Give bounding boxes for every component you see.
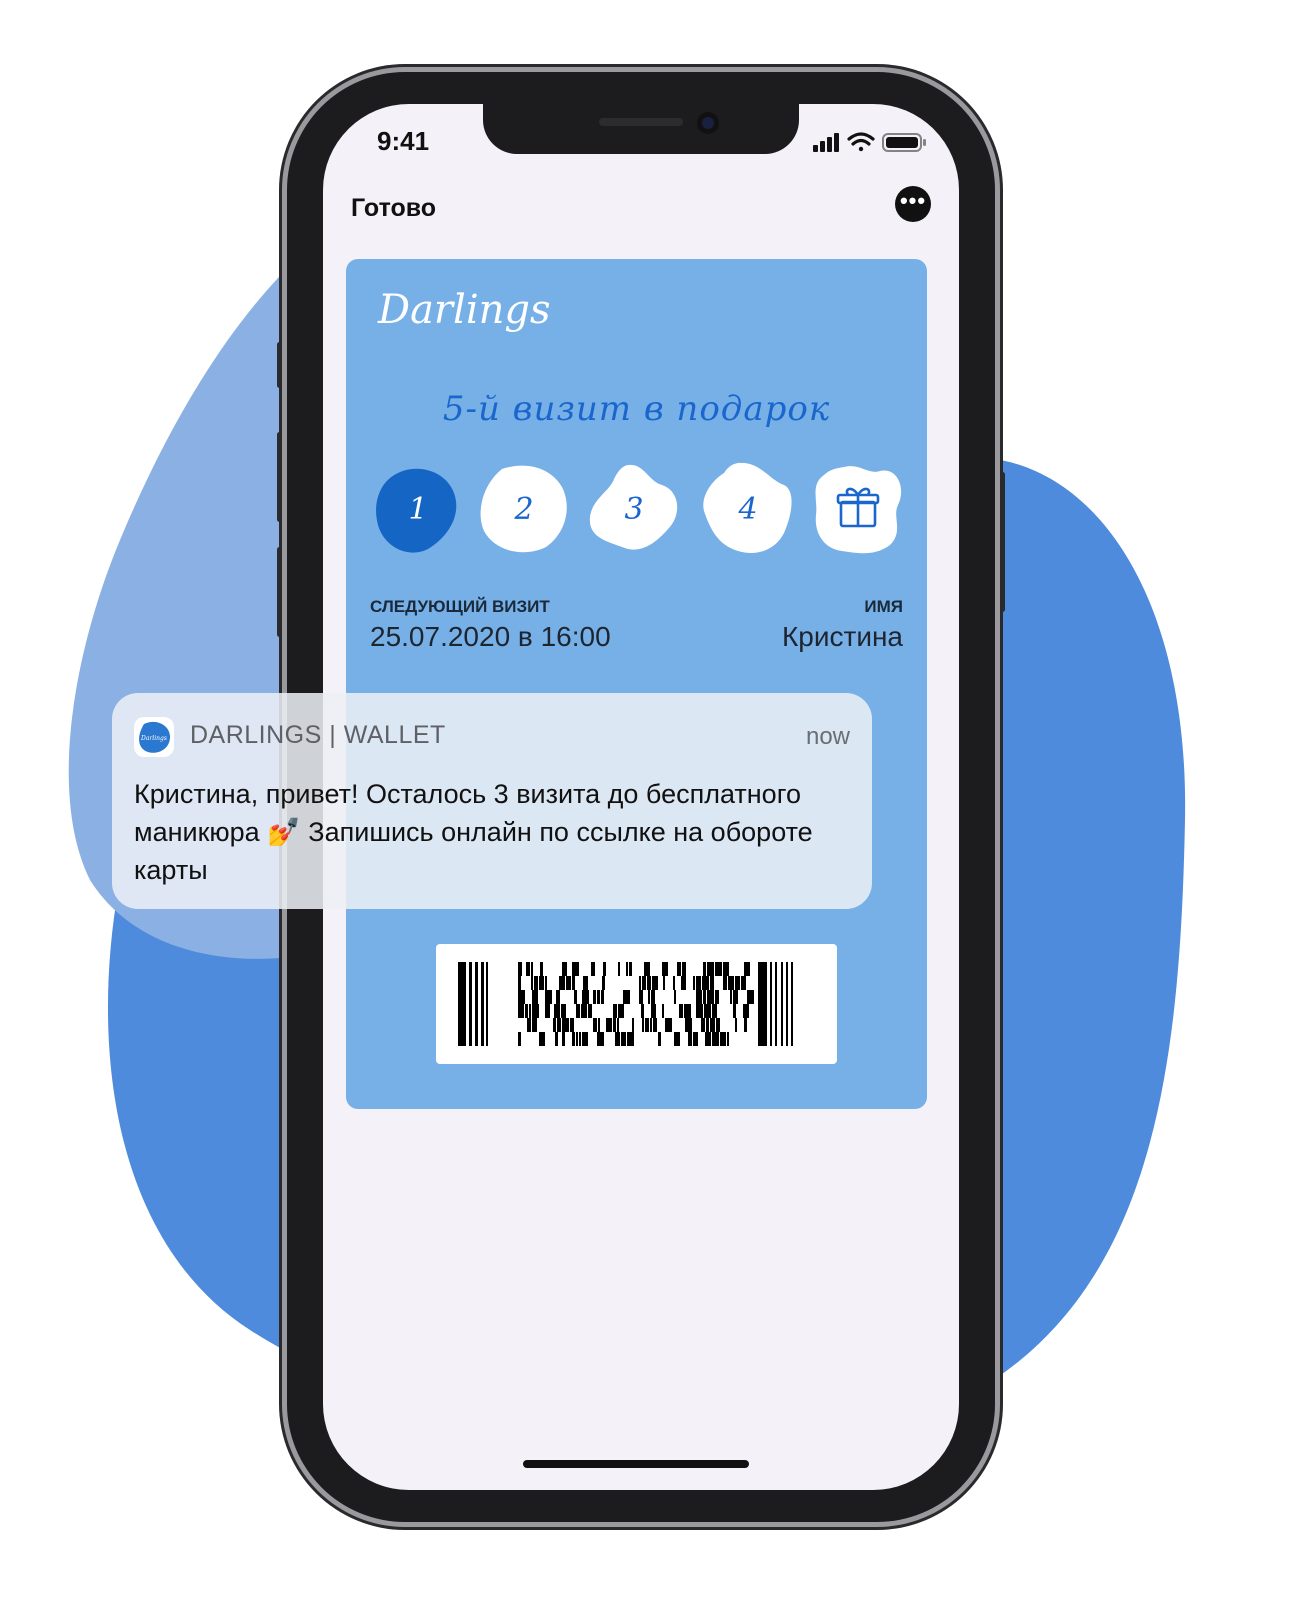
wallet-pass-card[interactable]: Darlings 5-й визит в подарок 1 2 3 4 СЛЕ…: [346, 259, 927, 1109]
notification-time: now: [805, 723, 850, 750]
stamp-4: 4: [698, 459, 798, 559]
stamp-3: 3: [584, 459, 684, 559]
push-notification[interactable]: Darlings DARLINGS | WALLET now Кристина,…: [112, 693, 872, 909]
notification-message: Кристина, привет! Осталось 3 визита до б…: [134, 779, 813, 885]
app-icon: Darlings: [134, 717, 174, 757]
gift-icon: [836, 487, 880, 528]
wifi-icon: [847, 132, 875, 152]
volume-up-button: [277, 432, 282, 522]
next-visit-label: следующий визит: [370, 597, 550, 616]
volume-down-button: [277, 547, 282, 637]
status-icons: [813, 132, 926, 152]
stamp-number: 1: [408, 491, 428, 527]
pass-promo-title: 5-й визит в подарок: [442, 389, 831, 429]
signal-icon: [813, 133, 839, 152]
barcode-graphic: [458, 962, 793, 1046]
home-indicator[interactable]: [523, 1460, 749, 1468]
more-options-icon[interactable]: •••: [895, 186, 931, 222]
battery-icon: [882, 133, 926, 152]
name-value: Кристина: [781, 621, 903, 652]
status-time: 9:41: [377, 126, 430, 156]
notch: [483, 104, 799, 154]
name-label: имя: [864, 597, 903, 616]
silent-switch: [277, 342, 282, 388]
stamp-2: 2: [474, 459, 574, 559]
stamp-1: 1: [368, 459, 468, 559]
stamp-gift: [808, 459, 908, 559]
stamp-number: 3: [624, 491, 644, 527]
stamp-number: 2: [514, 491, 534, 527]
notification-app-name: DARLINGS | WALLET: [190, 721, 446, 749]
pass-barcode[interactable]: [436, 944, 837, 1064]
svg-text:Darlings: Darlings: [140, 735, 167, 742]
stamp-row: 1 2 3 4: [368, 459, 908, 559]
power-button: [1000, 472, 1005, 612]
speaker-grille: [599, 118, 683, 126]
pass-brand-logo: Darlings: [378, 287, 551, 333]
next-visit-value: 25.07.2020 в 16:00: [370, 621, 611, 652]
done-button[interactable]: Готово: [351, 194, 436, 223]
camera-icon: [697, 112, 719, 134]
stamp-number: 4: [738, 491, 758, 527]
